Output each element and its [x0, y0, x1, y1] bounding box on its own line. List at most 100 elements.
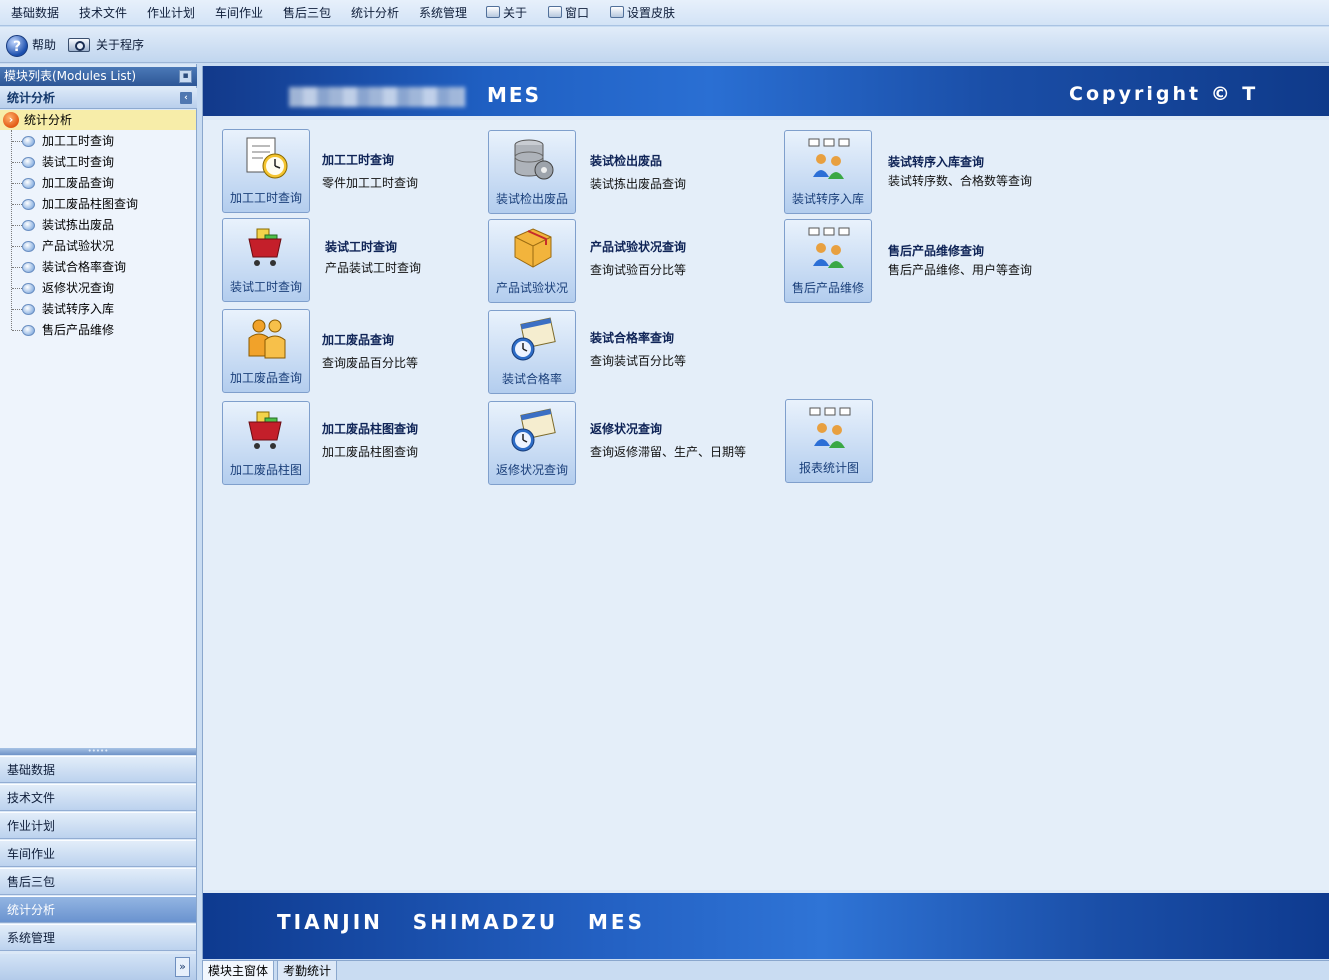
tree-item-label: 加工工时查询 [42, 134, 115, 148]
module-desc: 装试转序数、合格数等查询 [888, 174, 1033, 188]
tree-item-label: 装试工时查询 [42, 155, 115, 169]
module-title: 装试检出废品 [590, 154, 663, 168]
node-icon [22, 262, 35, 273]
nav-workshop[interactable]: 车间作业 [0, 840, 196, 867]
menu-window[interactable]: 窗口 [548, 5, 589, 21]
menu-skin-label: 设置皮肤 [627, 6, 676, 20]
collapse-icon[interactable]: ‹ [180, 92, 192, 104]
tree-item[interactable]: 产品试验状况 [0, 236, 196, 257]
module-button-label: 加工工时查询 [229, 191, 302, 205]
nav-system[interactable]: 系统管理 [0, 924, 196, 951]
document-tabs: 模块主窗体 考勤统计 [202, 960, 1329, 980]
menu-about[interactable]: 关于 [486, 5, 527, 21]
nav-work-plan[interactable]: 作业计划 [0, 812, 196, 839]
menu-workshop[interactable]: 车间作业 [215, 5, 263, 21]
module-button-label: 装试工时查询 [229, 280, 302, 294]
about-program-button[interactable]: 关于程序 [68, 33, 144, 57]
module-desc: 零件加工工时查询 [322, 176, 419, 190]
nav-statistics[interactable]: 统计分析 [0, 896, 196, 923]
chevron-double-down-icon[interactable]: » [175, 957, 190, 977]
tree-item[interactable]: 装试合格率查询 [0, 257, 196, 278]
database-gear-icon [514, 139, 554, 180]
tree-item-label: 装试拣出废品 [42, 218, 115, 232]
menu-skin[interactable]: 设置皮肤 [610, 5, 675, 21]
nav-tech-docs[interactable]: 技术文件 [0, 784, 196, 811]
menu-basic-data[interactable]: 基础数据 [11, 5, 59, 21]
blurred-logo [289, 87, 465, 107]
users-network-icon [809, 407, 851, 448]
tree-item[interactable]: 装试拣出废品 [0, 215, 196, 236]
module-button[interactable]: 报表统计图 [785, 399, 873, 483]
menu-work-plan[interactable]: 作业计划 [147, 5, 195, 21]
tree-root-label: 统计分析 [24, 113, 73, 127]
tree-item-label: 加工废品柱图查询 [42, 197, 139, 211]
module-desc: 加工废品柱图查询 [322, 445, 419, 459]
module-desc: 查询装试百分比等 [590, 354, 687, 368]
node-icon [22, 136, 35, 147]
menu-tech-docs[interactable]: 技术文件 [79, 5, 127, 21]
module-button-label: 售后产品维修 [791, 281, 864, 295]
module-title: 装试转序入库查询 [888, 155, 985, 169]
help-icon: ? [6, 34, 28, 57]
module-desc: 查询返修滞留、生产、日期等 [590, 445, 747, 459]
main-area: MES Copyright © T 加工工时查询 加工工时查询 零件加工工时查询… [202, 66, 1329, 959]
module-button[interactable]: 加工废品柱图 [222, 401, 310, 485]
tab-main-form[interactable]: 模块主窗体 [202, 961, 275, 980]
module-button[interactable]: 加工工时查询 [222, 129, 310, 213]
tab-attendance[interactable]: 考勤统计 [277, 961, 338, 980]
module-button[interactable]: 售后产品维修 [784, 219, 872, 303]
pin-icon[interactable]: ▪ [179, 70, 192, 83]
banner-bottom-text: TIANJIN SHIMADZU MES [277, 910, 645, 934]
tree-item[interactable]: 返修状况查询 [0, 278, 196, 299]
tree-item[interactable]: 加工废品柱图查询 [0, 194, 196, 215]
toolbar: ? 帮助 关于程序 [0, 27, 1329, 63]
module-desc: 售后产品维修、用户等查询 [888, 263, 1033, 277]
banner-mes: MES [487, 83, 541, 107]
node-icon [22, 157, 35, 168]
nav-basic-data[interactable]: 基础数据 [0, 756, 196, 783]
module-button[interactable]: 装试工时查询 [222, 218, 310, 302]
module-button-label: 装试合格率 [501, 372, 562, 386]
about-program-label: 关于程序 [96, 38, 145, 52]
panel-title: 模块列表(Modules List) ▪ [0, 67, 197, 86]
module-desc: 装试拣出废品查询 [590, 177, 687, 191]
tree-item[interactable]: 装试转序入库 [0, 299, 196, 320]
menu-bar: 基础数据 技术文件 作业计划 车间作业 售后三包 统计分析 系统管理 关于 窗口… [0, 0, 1329, 26]
module-button-label: 产品试验状况 [495, 281, 568, 295]
tree-root[interactable]: › 统计分析 [0, 110, 196, 130]
bottom-banner: TIANJIN SHIMADZU MES [203, 890, 1329, 959]
module-button[interactable]: 加工废品查询 [222, 309, 310, 393]
tree-item[interactable]: 加工工时查询 [0, 131, 196, 152]
tree-item-label: 装试合格率查询 [42, 260, 127, 274]
help-button[interactable]: ? 帮助 [6, 33, 56, 57]
module-button[interactable]: 装试合格率 [488, 310, 576, 394]
module-title: 返修状况查询 [590, 422, 663, 436]
package-box-icon [514, 228, 552, 268]
menu-statistics[interactable]: 统计分析 [351, 5, 399, 21]
tree-item[interactable]: 加工废品查询 [0, 173, 196, 194]
module-title: 加工废品柱图查询 [322, 422, 419, 436]
module-title: 产品试验状况查询 [590, 240, 687, 254]
tree-item[interactable]: 装试工时查询 [0, 152, 196, 173]
module-title: 装试合格率查询 [590, 331, 675, 345]
node-icon [22, 199, 35, 210]
tree-item-label: 售后产品维修 [42, 323, 115, 337]
module-button[interactable]: 返修状况查询 [488, 401, 576, 485]
module-button[interactable]: 装试检出废品 [488, 130, 576, 214]
module-button[interactable]: 产品试验状况 [488, 219, 576, 303]
about-program-icon [68, 36, 92, 56]
group-header[interactable]: 统计分析 ‹ [0, 88, 197, 109]
panel-splitter[interactable]: ••••• [0, 748, 196, 755]
nav-after-sales[interactable]: 售后三包 [0, 868, 196, 895]
tree-item[interactable]: 售后产品维修 [0, 320, 196, 341]
module-button[interactable]: 装试转序入库 [784, 130, 872, 214]
menu-system[interactable]: 系统管理 [419, 5, 467, 21]
tree-item-label: 产品试验状况 [42, 239, 115, 253]
group-header-label: 统计分析 [7, 91, 56, 105]
module-button-label: 返修状况查询 [495, 463, 568, 477]
users-network-icon [808, 227, 850, 268]
menu-after-sales[interactable]: 售后三包 [283, 5, 331, 21]
tree-item-label: 加工废品查询 [42, 176, 115, 190]
calendar-clock-icon [511, 317, 556, 361]
shopping-cart-icon [248, 411, 282, 449]
